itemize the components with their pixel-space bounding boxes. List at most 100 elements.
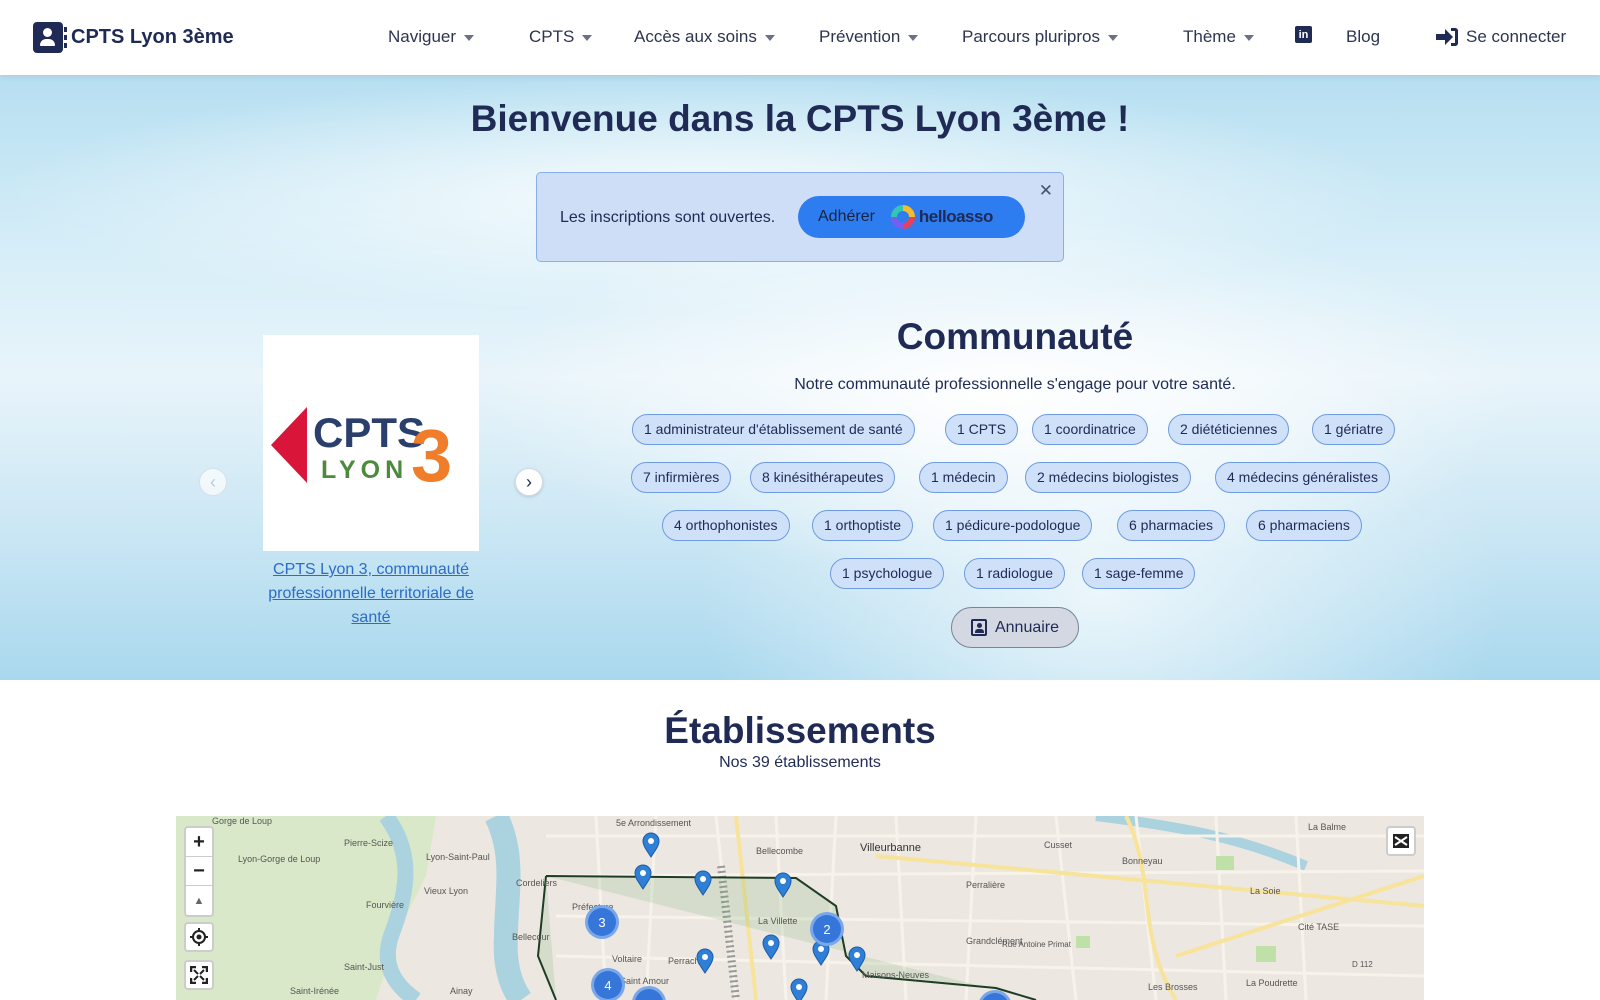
map-marker-icon[interactable] <box>762 934 780 960</box>
helloasso-wordmark: helloasso <box>918 207 993 226</box>
map-place-label: Gorge de Loup <box>212 816 273 826</box>
chevron-right-icon: › <box>526 471 532 492</box>
map-marker-icon[interactable] <box>696 948 714 974</box>
nav-label: Blog <box>1346 27 1381 46</box>
helloasso-logo: helloasso <box>890 205 993 229</box>
carousel-prev-button[interactable]: ‹ <box>199 468 227 496</box>
nav-theme[interactable]: Thème <box>1183 27 1254 47</box>
profession-badge[interactable]: 8 kinésithérapeutes <box>750 462 896 493</box>
join-label: Adhérer <box>818 208 875 225</box>
nav-label: Naviguer <box>388 27 457 46</box>
map-place-label: Perralière <box>966 880 1006 890</box>
map-marker-icon[interactable] <box>634 864 652 890</box>
compass-reset-button[interactable]: ▲ <box>186 886 212 915</box>
caret-down-icon <box>764 35 775 41</box>
map-place-label: Cité TASE <box>1298 922 1340 932</box>
map-cluster[interactable]: 4 <box>591 968 625 1000</box>
caret-down-icon <box>582 35 593 41</box>
nav-label: Prévention <box>819 27 901 46</box>
nav-naviguer[interactable]: Naviguer <box>388 27 475 47</box>
map-place-label: Bellecour <box>512 932 550 942</box>
caret-down-icon <box>1107 35 1118 41</box>
map-cluster[interactable]: 3 <box>585 905 619 939</box>
svg-text:CPTS: CPTS <box>313 409 425 456</box>
map-place-label: Les Brosses <box>1148 982 1198 992</box>
profession-badge[interactable]: 6 pharmacies <box>1117 510 1226 541</box>
map-place-label: Rue Antoine Primat <box>1002 940 1071 949</box>
svg-text:3: 3 <box>411 414 452 497</box>
profession-badge[interactable]: 7 infirmières <box>631 462 732 493</box>
establishments-map[interactable]: Gorge de Loup 5e Arrondissement Bellecom… <box>176 816 1424 1000</box>
layers-icon <box>1393 834 1409 848</box>
establishments-title: Établissements <box>664 710 936 751</box>
navbar: CPTS Lyon 3ème Naviguer CPTS Accès aux s… <box>0 0 1600 75</box>
map-place-label: Cordeliers <box>516 878 558 888</box>
address-book-icon <box>970 619 987 636</box>
map-place-label: Maisons-Neuves <box>862 970 930 980</box>
profession-badge[interactable]: 4 médecins généralistes <box>1215 462 1390 493</box>
profession-badge[interactable]: 1 sage-femme <box>1082 558 1196 589</box>
community-subtitle: Notre communauté professionnelle s'engag… <box>794 376 1236 393</box>
establishments-subtitle: Nos 39 établissements <box>719 754 881 771</box>
locate-button[interactable] <box>184 922 214 952</box>
map-marker-icon[interactable] <box>848 946 866 972</box>
join-helloasso-button[interactable]: Adhérer helloasso <box>798 196 1025 238</box>
map-place-label: La Soie <box>1250 886 1281 896</box>
map-marker-icon[interactable] <box>694 870 712 896</box>
directory-button[interactable]: Annuaire <box>951 607 1079 648</box>
directory-label: Annuaire <box>994 618 1060 636</box>
profession-badge[interactable]: 1 orthoptiste <box>812 510 914 541</box>
profession-badge[interactable]: 4 orthophonistes <box>662 510 790 541</box>
nav-cpts[interactable]: CPTS <box>529 27 593 47</box>
map-marker-icon[interactable] <box>790 978 808 1000</box>
profession-badge[interactable]: 6 pharmaciens <box>1246 510 1362 541</box>
linkedin-icon[interactable]: in <box>1295 26 1312 43</box>
address-book-icon <box>33 22 67 53</box>
profession-badge[interactable]: 1 gériatre <box>1312 414 1396 445</box>
profession-badge[interactable]: 1 psychologue <box>830 558 945 589</box>
nav-prevention[interactable]: Prévention <box>819 27 919 47</box>
map-place-label: Fourvière <box>366 900 405 910</box>
profession-badge[interactable]: 1 médecin <box>919 462 1008 493</box>
profession-badge[interactable]: 2 diététiciennes <box>1168 414 1290 445</box>
svg-text:LYON: LYON <box>321 456 408 484</box>
profession-badge[interactable]: 1 radiologue <box>964 558 1066 589</box>
map-place-label: Ainay <box>450 986 473 996</box>
fullscreen-button[interactable] <box>184 960 214 990</box>
login-link[interactable]: Se connecter <box>1436 27 1566 47</box>
map-place-label: Saint-Irénée <box>290 986 340 996</box>
brand-link[interactable]: CPTS Lyon 3ème <box>33 22 234 53</box>
profession-badge[interactable]: 1 CPTS <box>945 414 1019 445</box>
map-place-label: 5e Arrondissement <box>616 818 692 828</box>
zoom-in-button[interactable]: + <box>186 828 212 857</box>
cpts-lyon3-logo: CPTS LYON 3 <box>271 407 452 497</box>
profession-badge[interactable]: 2 médecins biologistes <box>1025 462 1191 493</box>
zoom-control: + − ▲ <box>184 826 214 917</box>
alert-text: Les inscriptions sont ouvertes. <box>560 209 776 226</box>
helloasso-ring-icon <box>890 205 915 229</box>
close-icon[interactable]: ✕ <box>1039 181 1053 201</box>
carousel-next-button[interactable]: › <box>515 468 543 496</box>
profession-badge[interactable]: 1 pédicure-podologue <box>933 510 1093 541</box>
profession-badge[interactable]: 1 coordinatrice <box>1032 414 1148 445</box>
registration-alert: Les inscriptions sont ouvertes. Adhérer … <box>536 172 1064 262</box>
layers-button[interactable] <box>1386 826 1416 856</box>
nav-acces-aux-soins[interactable]: Accès aux soins <box>634 27 775 47</box>
profession-badge[interactable]: 1 administrateur d'établissement de sant… <box>632 414 915 445</box>
zoom-out-button[interactable]: − <box>186 857 212 886</box>
map-place-label: Bonneyau <box>1122 856 1163 866</box>
map-marker-icon[interactable] <box>774 872 792 898</box>
map-place-label: Lyon-Gorge de Loup <box>238 854 321 864</box>
map-place-label: La Balme <box>1308 822 1347 832</box>
map-cluster[interactable]: 2 <box>810 912 844 946</box>
carousel-caption-link[interactable]: CPTS Lyon 3, communauté professionnelle … <box>263 558 479 630</box>
nav-parcours-pluripros[interactable]: Parcours pluripros <box>962 27 1118 47</box>
cpts-logo-card[interactable]: CPTS LYON 3 <box>263 335 479 551</box>
map-place-label: Bellecombe <box>756 846 804 856</box>
map-place-label: Vieux Lyon <box>424 886 469 896</box>
nav-blog[interactable]: Blog <box>1346 27 1380 47</box>
map-place-label: D 112 <box>1352 960 1373 969</box>
map-marker-icon[interactable] <box>642 832 660 858</box>
map-place-label: Voltaire <box>612 954 643 964</box>
map-place-label: La Poudrette <box>1246 978 1298 988</box>
